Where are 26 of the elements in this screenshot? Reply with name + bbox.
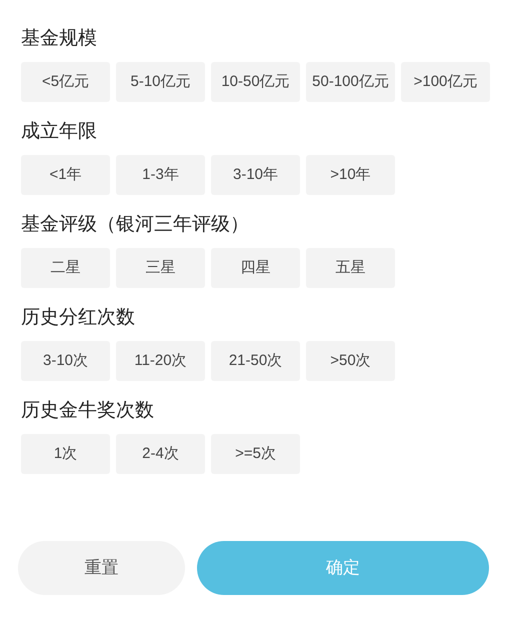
filter-chip[interactable]: 二星 (21, 248, 110, 288)
filter-chip[interactable]: 1次 (21, 434, 110, 474)
reset-button[interactable]: 重置 (18, 541, 185, 595)
filter-chip[interactable]: >50次 (306, 341, 395, 381)
filter-chip[interactable]: 10-50亿元 (211, 62, 300, 102)
section-title: 历史金牛奖次数 (21, 399, 154, 423)
section-title: 历史分红次数 (21, 306, 135, 330)
filter-chip[interactable]: 5-10亿元 (116, 62, 205, 102)
filter-chip[interactable]: 11-20次 (116, 341, 205, 381)
filter-chip[interactable]: 1-3年 (116, 155, 205, 195)
filter-chip[interactable]: >100亿元 (401, 62, 490, 102)
section-title: 基金评级（银河三年评级） (21, 213, 249, 237)
filter-chip[interactable]: <5亿元 (21, 62, 110, 102)
filter-chip[interactable]: 四星 (211, 248, 300, 288)
filter-chip[interactable]: 三星 (116, 248, 205, 288)
filter-chip[interactable]: >=5次 (211, 434, 300, 474)
filter-chip[interactable]: 3-10次 (21, 341, 110, 381)
filter-chip[interactable]: >10年 (306, 155, 395, 195)
filter-chip[interactable]: 3-10年 (211, 155, 300, 195)
filter-chip[interactable]: <1年 (21, 155, 110, 195)
filter-chip[interactable]: 五星 (306, 248, 395, 288)
filter-chip[interactable]: 2-4次 (116, 434, 205, 474)
filter-chip[interactable]: 50-100亿元 (306, 62, 395, 102)
filter-chip[interactable]: 21-50次 (211, 341, 300, 381)
section-title: 基金规模 (21, 27, 97, 51)
section-title: 成立年限 (21, 120, 97, 144)
